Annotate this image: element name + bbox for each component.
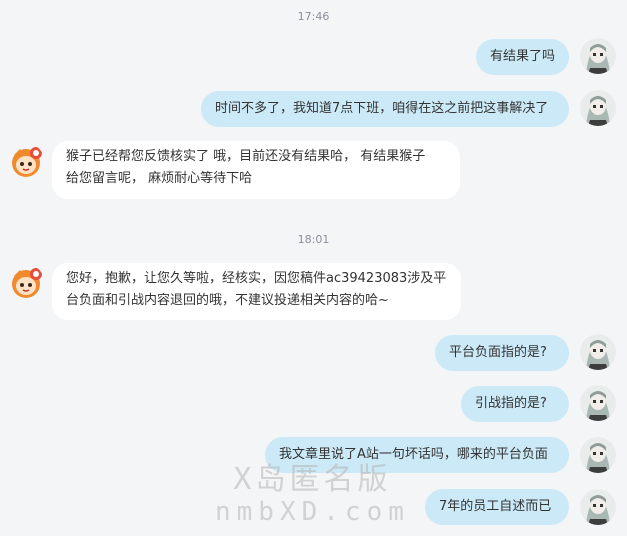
- message-bubble-user[interactable]: 引战指的是?: [461, 386, 569, 422]
- watermark-url: nmbXD.com: [215, 497, 410, 527]
- message-text: 给您留言呢， 麻烦耐心等待下哈: [66, 171, 253, 186]
- message-bubble-user[interactable]: 平台负面指的是?: [435, 335, 569, 371]
- user-avatar-icon[interactable]: [580, 334, 616, 370]
- user-avatar-icon[interactable]: [580, 385, 616, 421]
- message-text: 7年的员工自述而已: [439, 499, 552, 514]
- message-text: 平台负面指的是?: [449, 345, 547, 360]
- user-avatar-icon[interactable]: [580, 437, 616, 473]
- timestamp: 17:46: [297, 10, 330, 23]
- message-text: 猴子已经帮您反馈核实了 哦，目前还没有结果哈， 有结果猴子: [66, 149, 426, 164]
- message-bubble-agent[interactable]: 猴子已经帮您反馈核实了 哦，目前还没有结果哈， 有结果猴子 给您留言呢， 麻烦耐…: [52, 141, 460, 199]
- timestamp: 18:01: [297, 233, 330, 246]
- user-avatar-icon[interactable]: [580, 90, 616, 126]
- agent-avatar-icon[interactable]: [8, 143, 44, 179]
- message-text: 引战指的是?: [475, 396, 547, 411]
- user-avatar-icon[interactable]: [580, 38, 616, 74]
- message-text: 台负面和引战内容退回的哦，不建议投递相关内容的哈~: [66, 293, 389, 308]
- agent-avatar-icon[interactable]: [8, 264, 44, 300]
- message-text: 您好，抱歉，让您久等啦，经核实，因您稿件ac39423083涉及平: [66, 271, 447, 286]
- message-text: 我文章里说了A站一句坏话吗，哪来的平台负面: [279, 447, 548, 462]
- chat-window: 17:46 有结果了吗 时间不多了，我知道7点下班，咱得在这之前把这事解决了 猴…: [0, 0, 627, 536]
- message-bubble-agent[interactable]: 您好，抱歉，让您久等啦，经核实，因您稿件ac39423083涉及平 台负面和引战…: [52, 263, 461, 320]
- message-bubble-user[interactable]: 7年的员工自述而已: [425, 489, 569, 525]
- message-bubble-user[interactable]: 我文章里说了A站一句坏话吗，哪来的平台负面: [265, 437, 569, 473]
- message-text: 时间不多了，我知道7点下班，咱得在这之前把这事解决了: [215, 101, 549, 116]
- message-bubble-user[interactable]: 有结果了吗: [476, 39, 569, 75]
- message-text: 有结果了吗: [490, 49, 556, 64]
- message-bubble-user[interactable]: 时间不多了，我知道7点下班，咱得在这之前把这事解决了: [201, 91, 569, 127]
- user-avatar-icon[interactable]: [580, 489, 616, 525]
